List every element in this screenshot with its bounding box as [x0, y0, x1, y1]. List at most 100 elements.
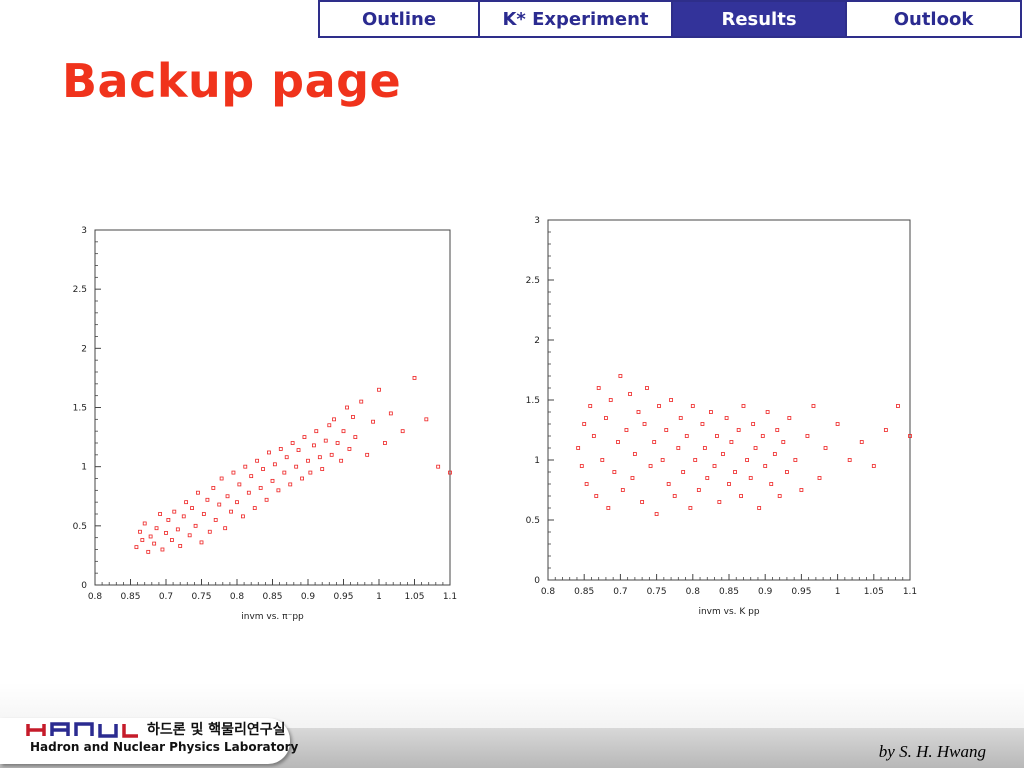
x-tick-label: 0.85 — [120, 592, 140, 602]
data-point — [781, 440, 786, 444]
data-point — [765, 410, 770, 414]
data-point — [632, 452, 637, 456]
data-point — [317, 455, 322, 460]
data-point — [628, 392, 632, 396]
data-point — [388, 411, 393, 416]
y-tick-label: 3 — [81, 226, 87, 236]
data-point — [775, 428, 780, 432]
data-point — [588, 404, 593, 408]
data-point — [140, 538, 145, 542]
data-point — [739, 494, 743, 498]
data-point — [669, 398, 673, 402]
x-tick-label: 0.85 — [719, 587, 739, 597]
tab-outlook[interactable]: Outlook — [847, 2, 1020, 36]
data-point — [175, 527, 180, 532]
data-point — [339, 458, 344, 463]
tab-k-star-experiment[interactable]: K* Experiment — [480, 2, 673, 36]
data-point — [608, 398, 613, 402]
data-point — [811, 404, 816, 408]
x-tick-label: 1.1 — [903, 587, 917, 597]
data-point — [745, 458, 750, 462]
data-point — [724, 416, 729, 420]
data-point — [205, 497, 210, 502]
data-point — [584, 482, 589, 486]
x-tick-label: 0.75 — [191, 592, 211, 602]
data-point — [733, 470, 737, 474]
y-tick-label: 1 — [81, 463, 87, 473]
top-navigation: Outline K* Experiment Results Outlook — [318, 0, 1022, 38]
data-point — [288, 482, 293, 487]
data-point — [278, 447, 283, 451]
data-point — [282, 470, 287, 475]
data-point — [705, 476, 710, 480]
x-axis-label: invm vs. K pp — [698, 607, 759, 617]
data-point — [294, 464, 299, 469]
data-point — [160, 547, 165, 552]
data-point — [181, 514, 186, 519]
data-point — [276, 488, 281, 493]
y-tick-label: 3 — [534, 216, 540, 226]
tab-results[interactable]: Results — [673, 2, 847, 36]
data-point — [323, 438, 328, 443]
data-point — [785, 470, 789, 474]
data-point — [199, 540, 204, 545]
data-point — [579, 464, 584, 468]
data-point — [412, 376, 417, 380]
data-point — [681, 470, 686, 474]
data-point — [672, 494, 677, 498]
data-point — [371, 419, 375, 424]
data-point — [772, 452, 777, 456]
data-point — [184, 500, 189, 505]
data-point — [270, 478, 275, 483]
data-point — [896, 404, 900, 408]
data-point — [793, 458, 798, 462]
data-point — [217, 502, 222, 507]
data-point — [751, 422, 756, 426]
data-point — [158, 512, 162, 516]
data-point — [327, 423, 332, 428]
data-point — [207, 529, 212, 534]
lab-name-korean: 하드론 및 핵물리연구실 — [147, 722, 286, 738]
data-point — [721, 452, 725, 456]
hanul-logo-icon — [26, 722, 138, 738]
data-point — [696, 488, 701, 492]
data-point — [648, 464, 653, 468]
data-point — [748, 476, 753, 480]
y-tick-label: 1.5 — [526, 396, 540, 406]
data-point — [702, 446, 707, 450]
data-point — [152, 541, 157, 546]
data-point — [178, 544, 183, 548]
data-point — [424, 417, 429, 422]
data-point — [591, 434, 596, 438]
data-point — [727, 482, 731, 486]
data-point — [636, 410, 641, 414]
y-tick-label: 1.5 — [73, 404, 87, 414]
y-tick-label: 0 — [81, 581, 87, 591]
data-point — [757, 506, 762, 510]
data-point — [335, 441, 340, 445]
y-tick-label: 0.5 — [526, 516, 540, 526]
data-point — [624, 428, 629, 432]
data-point — [213, 518, 218, 522]
data-point — [594, 494, 599, 498]
x-tick-label: 0.8 — [230, 592, 245, 602]
data-point — [660, 458, 665, 462]
data-point — [741, 404, 746, 408]
data-point — [329, 452, 334, 457]
data-point — [219, 476, 224, 481]
data-point — [345, 405, 349, 410]
data-point — [190, 506, 194, 510]
data-point — [237, 482, 242, 487]
tab-outline[interactable]: Outline — [320, 2, 480, 36]
x-tick-label: 0.95 — [791, 587, 811, 597]
data-point — [708, 410, 713, 414]
data-point — [817, 476, 822, 480]
data-point — [400, 429, 405, 434]
data-point — [883, 428, 888, 432]
data-point — [753, 446, 758, 450]
data-point — [365, 452, 370, 457]
scatter-plot-k-pp-svg: 0.8 0.85 0.7 0.75 0.8 0.85 0.9 0.95 1 1.05 1.1 0 0.5… — [526, 216, 917, 617]
data-point — [196, 490, 200, 495]
data-point — [264, 497, 269, 502]
data-point — [320, 467, 325, 471]
